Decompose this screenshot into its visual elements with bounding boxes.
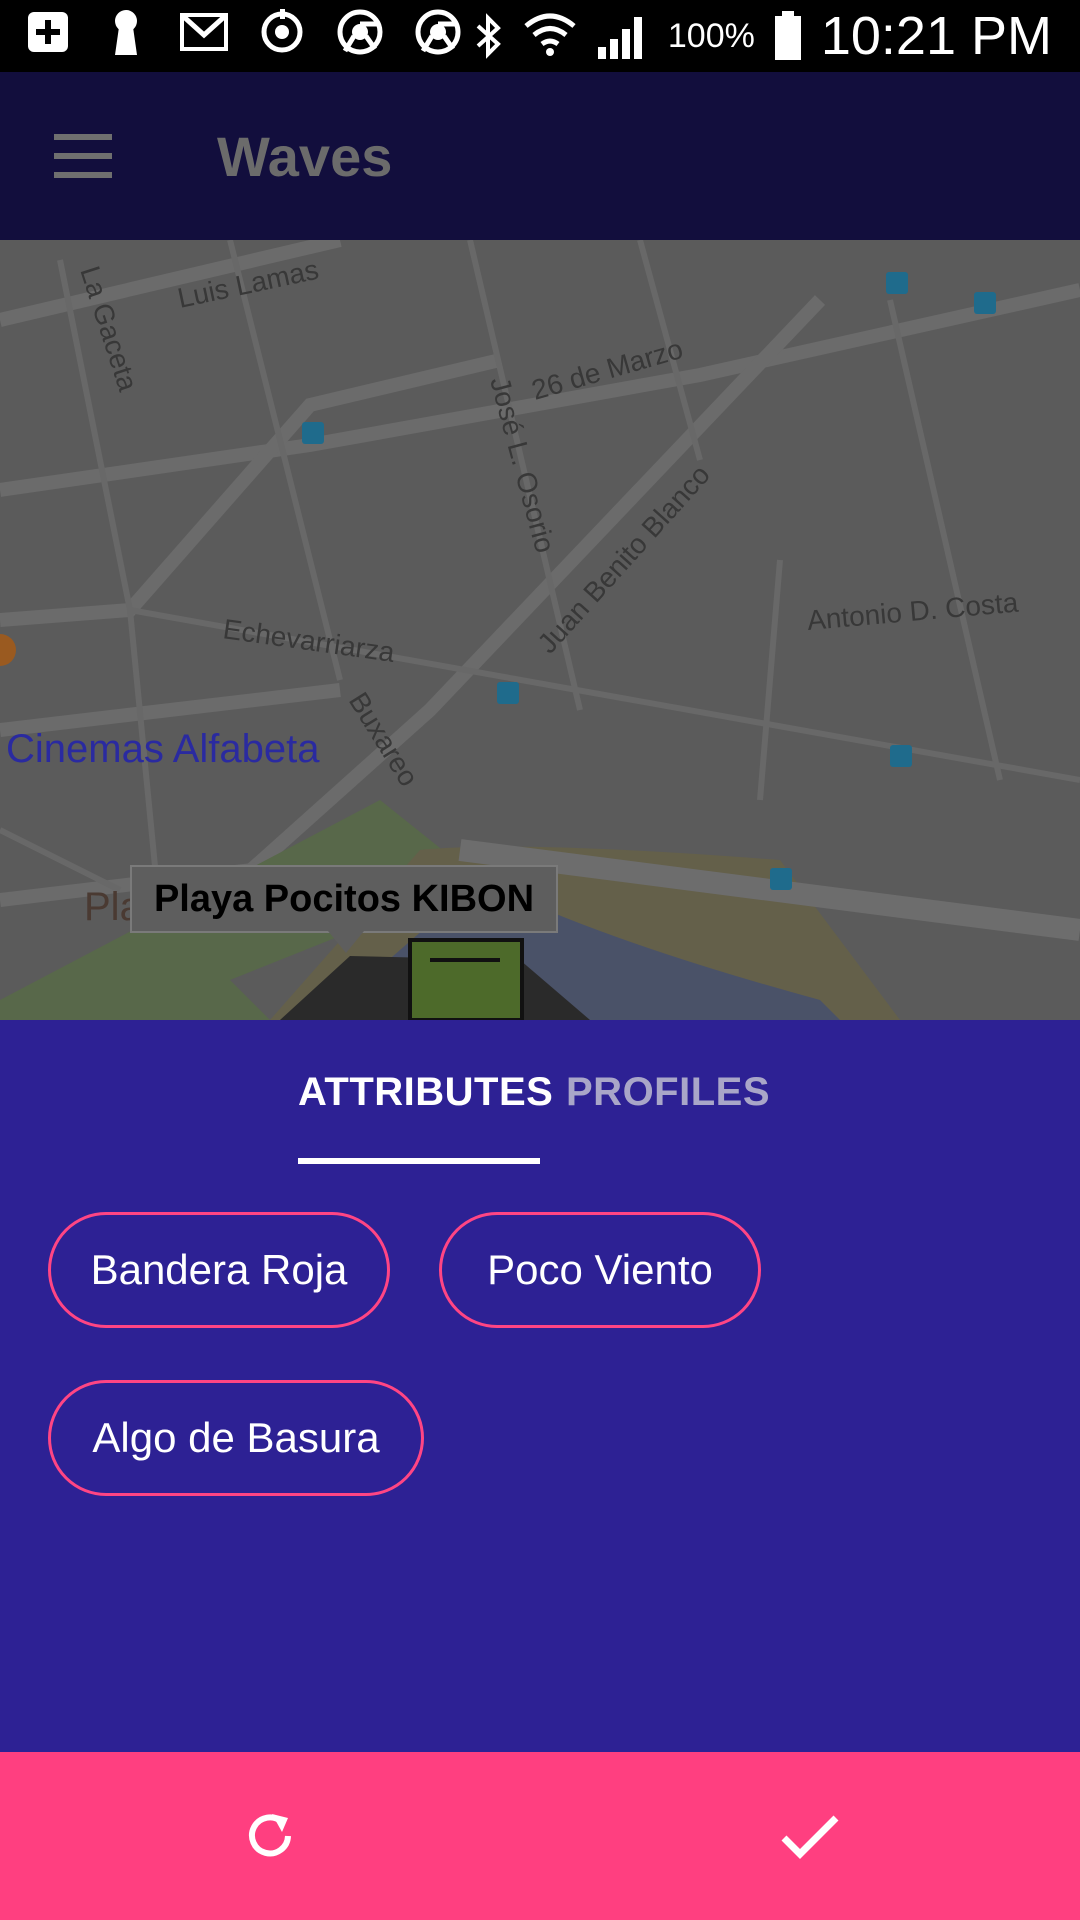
confirm-button[interactable] xyxy=(760,1786,860,1886)
signal-icon xyxy=(597,17,642,59)
marker-icon[interactable] xyxy=(408,938,524,1020)
tab-attributes[interactable]: ATTRIBUTES xyxy=(298,1070,553,1115)
sync-icon xyxy=(258,8,306,56)
tab-profiles[interactable]: PROFILES xyxy=(566,1070,770,1115)
battery-percent: 100% xyxy=(667,16,755,55)
chrome-icon xyxy=(414,8,462,56)
place-label: Cinemas Alfabeta xyxy=(6,727,320,771)
status-bar: 100% 10:21 PM xyxy=(0,0,1080,72)
clock: 10:21 PM xyxy=(820,6,1052,66)
battery-icon xyxy=(774,11,801,60)
gmail-icon xyxy=(180,8,228,56)
check-icon xyxy=(781,1815,839,1859)
add-icon xyxy=(24,8,72,56)
wifi-icon xyxy=(524,13,576,56)
bluetooth-icon xyxy=(476,13,501,59)
notification-icons xyxy=(24,8,462,56)
bottom-sheet: ATTRIBUTES PROFILES Bandera Roja Poco Vi… xyxy=(0,1020,1080,1752)
chip-algo-de-basura[interactable]: Algo de Basura xyxy=(48,1380,424,1496)
refresh-icon xyxy=(249,1814,291,1857)
system-icons: 100% 10:21 PM xyxy=(474,0,1052,72)
chrome-icon xyxy=(336,8,384,56)
marker-label[interactable]: Playa Pocitos KIBON xyxy=(130,865,558,953)
keyhole-icon xyxy=(102,8,150,56)
refresh-button[interactable] xyxy=(220,1786,320,1886)
tab-bar: ATTRIBUTES PROFILES xyxy=(0,1020,1080,1164)
chip-bandera-roja[interactable]: Bandera Roja xyxy=(48,1212,390,1328)
app-title: Waves xyxy=(217,125,393,188)
menu-icon[interactable] xyxy=(54,134,112,178)
tab-indicator xyxy=(298,1158,540,1164)
app-bar: Waves xyxy=(0,72,1080,240)
chip-poco-viento[interactable]: Poco Viento xyxy=(439,1212,761,1328)
action-bar xyxy=(0,1752,1080,1920)
